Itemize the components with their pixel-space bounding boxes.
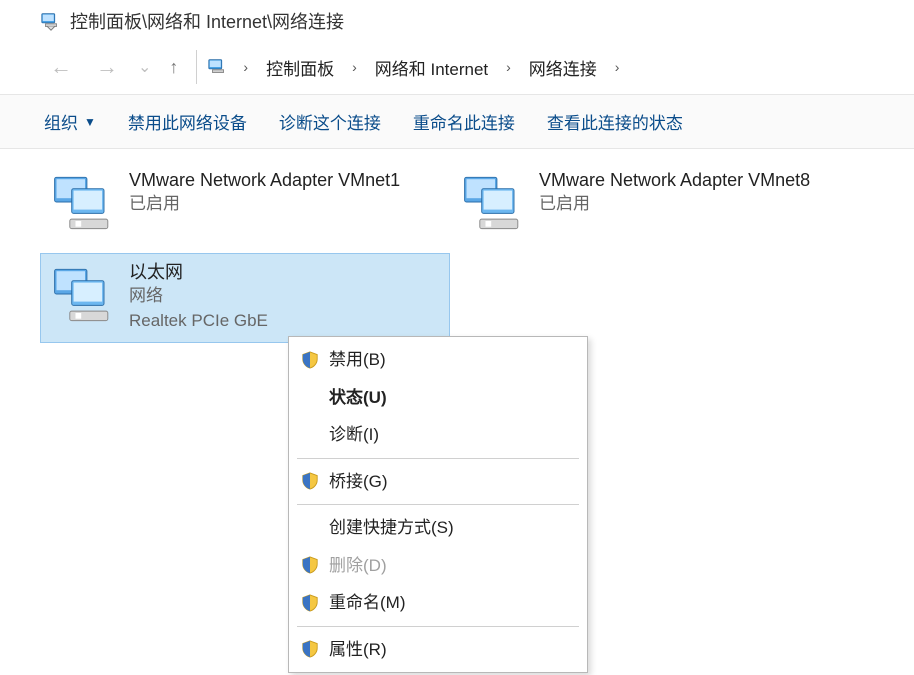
nav-back-button[interactable]: ← — [40, 52, 82, 82]
breadcrumb-chevron-icon[interactable]: › — [342, 59, 367, 75]
nav-history-dropdown[interactable]: ⌄ — [132, 57, 157, 77]
adapter-name: VMware Network Adapter VMnet1 — [129, 168, 443, 192]
menu-separator — [297, 504, 579, 505]
rename-connection-button[interactable]: 重命名此连接 — [409, 103, 519, 140]
nav-forward-button[interactable]: → — [86, 52, 128, 82]
network-connections-title-icon — [40, 10, 62, 32]
window-titlebar: 控制面板\网络和 Internet\网络连接 — [0, 0, 914, 44]
ctx-diagnose[interactable]: 诊断(I) — [291, 416, 585, 454]
breadcrumb-chevron-icon[interactable]: › — [496, 59, 521, 75]
address-bar-icon[interactable] — [207, 56, 229, 78]
diagnose-connection-button[interactable]: 诊断这个连接 — [275, 103, 385, 140]
organize-menu[interactable]: 组织▼ — [40, 103, 100, 140]
ctx-properties[interactable]: 属性(R) — [291, 631, 585, 669]
chevron-down-icon: ▼ — [84, 115, 96, 129]
adapter-status: 已启用 — [129, 192, 443, 217]
context-menu: 禁用(B) 状态(U) 诊断(I) 桥接(G) 创建快捷方式(S) 删除(D) … — [288, 336, 588, 673]
adapter-item[interactable]: VMware Network Adapter VMnet8 已启用 — [450, 161, 860, 245]
ctx-bridge[interactable]: 桥接(G) — [291, 463, 585, 501]
disable-device-button[interactable]: 禁用此网络设备 — [124, 103, 251, 140]
adapters-list: VMware Network Adapter VMnet1 已启用 VMware… — [0, 149, 914, 351]
adapter-name: VMware Network Adapter VMnet8 — [539, 168, 853, 192]
adapter-device: Realtek PCIe GbE — [129, 309, 443, 334]
navigation-bar: ← → ⌄ ↑ › 控制面板 › 网络和 Internet › 网络连接 › — [0, 44, 914, 94]
breadcrumb-chevron-icon[interactable]: › — [605, 59, 630, 75]
command-bar: 组织▼ 禁用此网络设备 诊断这个连接 重命名此连接 查看此连接的状态 — [0, 94, 914, 149]
window-title: 控制面板\网络和 Internet\网络连接 — [70, 8, 344, 34]
shield-icon — [301, 640, 319, 658]
breadcrumb-item[interactable]: 网络和 Internet — [371, 53, 492, 82]
network-adapter-icon — [47, 168, 123, 236]
adapter-status: 已启用 — [539, 192, 853, 217]
menu-separator — [297, 626, 579, 627]
adapter-status: 网络 — [129, 284, 443, 309]
breadcrumb-item[interactable]: 控制面板 — [262, 53, 338, 82]
breadcrumb-chevron-icon[interactable]: › — [233, 59, 258, 75]
breadcrumb-item[interactable]: 网络连接 — [525, 53, 601, 82]
network-adapter-icon — [47, 260, 123, 328]
shield-icon — [301, 472, 319, 490]
adapter-item-selected[interactable]: 以太网 网络 Realtek PCIe GbE — [40, 253, 450, 343]
ctx-create-shortcut[interactable]: 创建快捷方式(S) — [291, 509, 585, 547]
adapter-name: 以太网 — [129, 260, 443, 284]
nav-up-button[interactable]: ↑ — [161, 53, 186, 82]
menu-separator — [297, 458, 579, 459]
shield-icon — [301, 556, 319, 574]
shield-icon — [301, 351, 319, 369]
shield-icon — [301, 594, 319, 612]
ctx-rename[interactable]: 重命名(M) — [291, 584, 585, 622]
ctx-disable[interactable]: 禁用(B) — [291, 341, 585, 379]
network-adapter-icon — [457, 168, 533, 236]
ctx-status[interactable]: 状态(U) — [291, 379, 585, 417]
view-status-button[interactable]: 查看此连接的状态 — [543, 103, 687, 140]
ctx-delete: 删除(D) — [291, 547, 585, 585]
address-divider — [196, 50, 197, 84]
adapter-item[interactable]: VMware Network Adapter VMnet1 已启用 — [40, 161, 450, 245]
